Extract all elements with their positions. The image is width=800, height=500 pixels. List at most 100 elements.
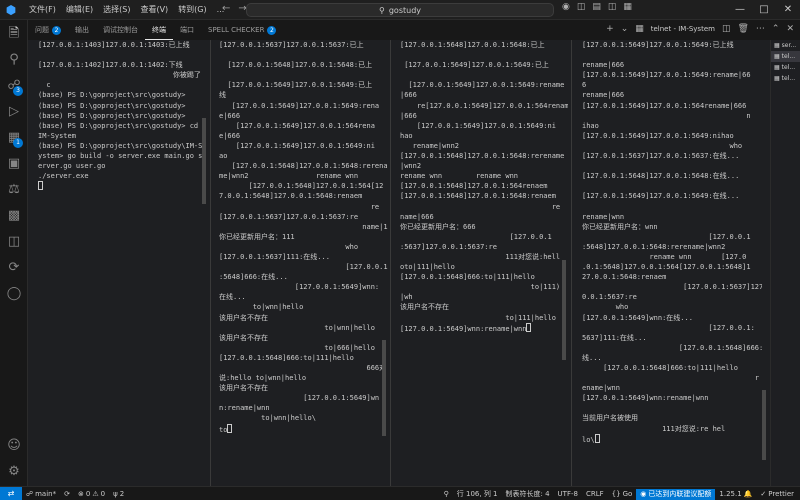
end-of-line[interactable]: CRLF (582, 490, 608, 498)
pane-divider[interactable] (390, 40, 391, 486)
cursor-position[interactable]: 行 106, 列 1 (453, 489, 502, 499)
testing-icon[interactable]: ⚖ (4, 180, 24, 200)
go-version[interactable]: 1.25.1 🔔 (715, 490, 756, 498)
menu-selection[interactable]: 选择(S) (98, 4, 135, 15)
explorer-icon[interactable]: 🗎 (4, 24, 24, 44)
tab-debug-console[interactable]: 调试控制台 (96, 20, 145, 40)
terminal-line: [127.0.0.1:5648]127.0.0.1:5648:rerena (219, 161, 389, 171)
terminal-pane-client-1[interactable]: [127.0.0.1:5637]127.0.0.1:5637:已上 [127.0… (219, 40, 389, 486)
minimize-button[interactable]: — (728, 0, 752, 20)
pane-divider[interactable] (210, 40, 211, 486)
menu-view[interactable]: 查看(V) (135, 4, 173, 15)
tab-output[interactable]: 输出 (68, 20, 96, 40)
scrollbar[interactable] (382, 40, 386, 486)
back-arrow-icon[interactable]: ← (222, 3, 230, 14)
pane-divider[interactable] (571, 40, 572, 486)
run-debug-icon[interactable]: ▷ (4, 102, 24, 122)
toggle-secondary-sidebar-icon[interactable]: ◫ (608, 2, 617, 12)
terminal-line: [127.0.0.1:5649]127.0.0.1:5649:已上 (400, 60, 568, 70)
manage-gear-icon[interactable]: ⚙ (4, 462, 24, 482)
indentation[interactable]: 制表符长度: 4 (502, 489, 554, 499)
close-window-button[interactable]: ✕ (776, 0, 800, 20)
git-graph-icon[interactable]: ⟳ (4, 258, 24, 278)
command-center-search[interactable]: ⚲ gostudy (246, 3, 554, 17)
terminal-line: .0.1:5648]127.0.0.1:564[127.0.0.1:5648]1 (582, 262, 762, 272)
terminal-line: 在线... (219, 292, 389, 302)
language-mode[interactable]: {} Go (608, 490, 637, 498)
title-bar: ⬢ 文件(F) 编辑(E) 选择(S) 查看(V) 转到(G) ... ← → … (0, 0, 800, 20)
terminal-line-text: [127.0.0.1:5648]127.0.0.1:5648:renaem (400, 192, 556, 201)
terminal-line: who (582, 141, 762, 151)
dropdown-chevron-icon[interactable]: ⌄ (621, 24, 629, 34)
toggle-sidebar-icon[interactable]: ◫ (577, 2, 586, 12)
ports-indicator[interactable]: ψ2 (109, 490, 128, 498)
terminal-line-text: 666对 (219, 364, 387, 372)
terminal-list-label: tel... (781, 75, 796, 82)
terminal-list-label: ser... (781, 42, 797, 49)
new-terminal-icon[interactable]: + (606, 24, 614, 34)
terminal-line-text: (base) PS D:\goproject\src\gostudy> (38, 111, 186, 120)
warning-icon: ⚠ (92, 489, 99, 498)
scrollbar[interactable] (202, 40, 206, 486)
terminal-line-text: 该用户名不存在 (219, 313, 268, 322)
github-icon[interactable]: ◯ (4, 284, 24, 304)
terminal-list-item[interactable]: ▦ tel... (771, 73, 800, 84)
tab-spell-checker[interactable]: SPELL CHECKER 2 (201, 20, 283, 40)
branch-indicator[interactable]: ☍ main* (22, 490, 60, 498)
terminal-line: ao (219, 151, 389, 161)
scrollbar[interactable] (762, 40, 766, 486)
terminal-line-text: [127.0.0.1:5649]127.0.0.1:5649:已上 (219, 81, 373, 90)
tab-ports[interactable]: 端口 (173, 20, 201, 40)
terminal-line-text: (base) PS D:\goproject\src\gostudy\IM-S (38, 141, 203, 150)
terminal-list-item[interactable]: ▦ tel... (771, 51, 800, 62)
copilot-quota-status[interactable]: ◉ 已达到内联建议配额 (636, 488, 716, 500)
more-actions-icon[interactable]: ⋯ (756, 24, 765, 34)
zoom-icon[interactable]: ⚲ (440, 490, 453, 498)
tab-label: 端口 (180, 26, 194, 34)
active-terminal-name[interactable]: telnet - IM-System (651, 25, 715, 33)
kill-terminal-icon[interactable]: 🗑 (737, 24, 748, 34)
maximize-panel-icon[interactable]: ⌃ (772, 24, 780, 34)
encoding[interactable]: UTF-8 (554, 490, 582, 498)
tab-terminal[interactable]: 终端 (145, 20, 173, 40)
remote-explorer-icon[interactable]: ▣ (4, 154, 24, 174)
terminal-line-text: 你被踢了 (38, 71, 201, 80)
copilot-icon[interactable]: ◉ (562, 2, 570, 12)
maximize-button[interactable]: □ (752, 0, 776, 20)
terminal-line-text: [127.0.0.1:5649]wnn:rename|wnn (400, 324, 527, 333)
sync-icon[interactable]: ⟳ (60, 490, 74, 498)
remote-indicator-icon[interactable]: ⇄ (0, 486, 22, 500)
terminal-line-text: [127.0.0.1 (582, 232, 751, 241)
toggle-panel-icon[interactable]: ▤ (592, 2, 601, 12)
docker-icon[interactable]: ▩ (4, 206, 24, 226)
close-panel-icon[interactable]: ✕ (786, 24, 794, 34)
terminal-list-item[interactable]: ▦ tel... (771, 62, 800, 73)
split-terminal-icon[interactable]: ◫ (722, 24, 731, 34)
menu-file[interactable]: 文件(F) (24, 4, 61, 15)
scrollbar[interactable] (562, 40, 566, 486)
terminal-line-text: [127.0.0.1:5637]127.0.0.1:5637:re (219, 212, 359, 221)
database-icon[interactable]: ◫ (4, 232, 24, 252)
terminal-list-item[interactable]: ▦ ser... (771, 40, 800, 51)
terminal-line: 你已经更新用户名：wnn (582, 222, 762, 232)
customize-layout-icon[interactable]: ▦ (623, 2, 632, 12)
menu-edit[interactable]: 编辑(E) (61, 4, 98, 15)
search-icon[interactable]: ⚲ (4, 50, 24, 70)
terminal-pane-server[interactable]: [127.0.0.1:1403]127.0.0.1:1403:已上线 [127.0… (38, 40, 208, 486)
terminal-pane-client-2[interactable]: [127.0.0.1:5648]127.0.0.1:5648:已上 [127.0… (400, 40, 568, 486)
terminal-icon: ▦ (774, 53, 780, 60)
terminal-line-text: [127.0.0.1:5648]127.0.0.1:5648:在线... (582, 172, 740, 181)
terminal-pane-client-3[interactable]: [127.0.0.1:5649]127.0.0.1:5649:已上线 rename… (582, 40, 762, 486)
terminal-line-text: (base) PS D:\goproject\src\gostudy> (38, 101, 186, 110)
problems-indicator[interactable]: ⊗ 0 ⚠ 0 (74, 490, 109, 498)
menu-go[interactable]: 转到(G) (173, 4, 211, 15)
terminal-line: 666对 (219, 363, 389, 373)
terminal-line-text: [127.0.0.1:5649]127.0.0.1:5649:rename (400, 81, 565, 90)
prettier-status[interactable]: ✓ Prettier (756, 490, 798, 498)
tab-problems[interactable]: 问题 2 (28, 20, 68, 40)
terminal-line-text: (base) PS D:\goproject\src\gostudy> (38, 91, 186, 100)
ports-count: 2 (119, 489, 125, 498)
account-icon[interactable]: ☺ (4, 436, 24, 456)
terminal-line-text: rename wnn [127.0 (582, 252, 747, 261)
